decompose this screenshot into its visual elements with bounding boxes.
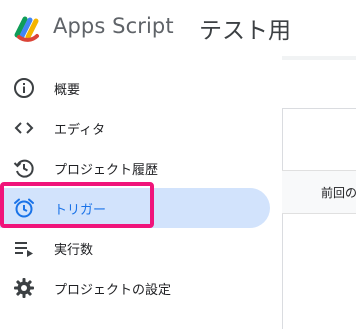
history-icon — [13, 159, 34, 178]
column-header-last-run[interactable]: 前回の — [321, 184, 356, 201]
sidebar-item-label: プロジェクトの設定 — [54, 283, 172, 298]
gear-icon — [14, 278, 34, 298]
code-icon — [14, 122, 34, 134]
app-header: Apps Script テスト用 — [0, 0, 356, 56]
executions-list-icon — [15, 242, 33, 257]
content-toolbar — [282, 60, 356, 109]
sidebar-item-label: プロジェクト履歴 — [54, 163, 159, 178]
info-icon — [14, 78, 34, 98]
sidebar-item-editor[interactable]: エディタ — [0, 108, 270, 148]
sidebar-item-executions[interactable]: 実行数 — [0, 228, 270, 268]
sidebar-item-project-settings[interactable]: プロジェクトの設定 — [0, 268, 270, 308]
sidebar-item-label: エディタ — [54, 123, 106, 138]
apps-script-logo-icon[interactable] — [12, 13, 42, 43]
sidebar-item-overview[interactable]: 概要 — [0, 68, 270, 108]
app-title[interactable]: Apps Script — [53, 14, 174, 38]
sidebar-item-label: 概要 — [54, 83, 81, 98]
triggers-card — [282, 108, 356, 329]
highlight-annotation-box — [0, 182, 154, 228]
sidebar-item-label: 実行数 — [54, 243, 94, 258]
project-title[interactable]: テスト用 — [199, 11, 291, 45]
